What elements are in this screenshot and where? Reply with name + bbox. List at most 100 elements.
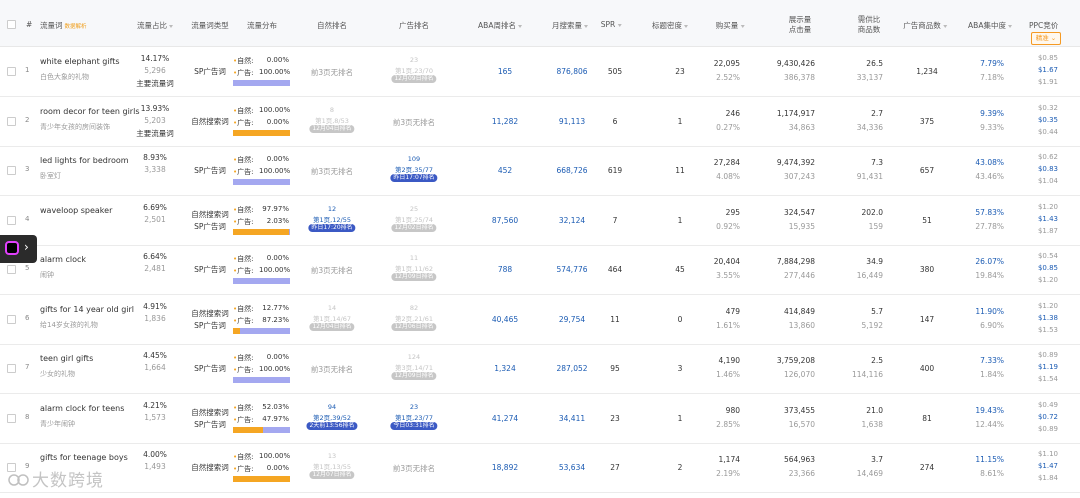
- header-ppc: PPC竞价: [1029, 21, 1059, 30]
- aba-concentration-sub: 27.78%: [975, 221, 1004, 231]
- header-share[interactable]: 流量占比: [137, 20, 173, 31]
- header-ad-products[interactable]: 广告商品数: [903, 20, 947, 31]
- header-title-density[interactable]: 标题密度: [652, 20, 688, 31]
- ppc-high: $1.87: [1037, 226, 1058, 235]
- impressions: 9,430,426: [776, 59, 815, 68]
- dist-organic-value: 0.00%: [266, 254, 289, 262]
- chevron-right-icon: ›: [24, 240, 29, 254]
- org-position: 94: [327, 402, 337, 411]
- ad_rank-page: 第1页,11/62: [395, 265, 433, 273]
- sort-icon[interactable]: [942, 24, 947, 28]
- ppc-high: $1.84: [1037, 474, 1058, 482]
- ppc-low: $1.20: [1037, 301, 1058, 310]
- row-checkbox[interactable]: [7, 215, 16, 225]
- header-flow-type: 流量词类型: [191, 21, 229, 30]
- distribution-bar-ad-fill: [240, 327, 290, 334]
- purchases: 22,095: [713, 59, 740, 68]
- dist-organic: •自然: 0.00%: [233, 155, 289, 165]
- select-all-checkbox[interactable]: [7, 20, 16, 29]
- ppc-suggested: $1.38: [1037, 313, 1058, 322]
- ppc-suggested: $0.85: [1037, 264, 1058, 272]
- ad_rank-page: 第2页,21/61: [395, 314, 433, 323]
- keyword-link[interactable]: waveloop speaker: [40, 206, 112, 215]
- row-checkbox[interactable]: [7, 67, 16, 76]
- flow-type-cell: 自然搜索词 SP广告词: [191, 308, 229, 332]
- purchase-rate: 2.19%: [716, 469, 740, 478]
- header-purchases[interactable]: 购买量: [716, 20, 745, 31]
- dist-organic-value: 0.00%: [266, 56, 289, 64]
- keyword-note[interactable]: 数据解析: [65, 24, 87, 30]
- header-aba-concentration[interactable]: ABA集中度: [968, 20, 1012, 31]
- extension-tab[interactable]: ›: [0, 235, 37, 263]
- product-count: 34,336: [856, 122, 883, 132]
- flow-type-cell: SP广告词: [194, 363, 226, 375]
- keyword-link[interactable]: gifts for teenage boys: [40, 453, 128, 462]
- flow-type-label: 自然搜索词: [191, 407, 229, 417]
- aba-rank: 165: [497, 67, 513, 76]
- keyword-link[interactable]: alarm clock: [40, 255, 86, 264]
- purchases: 1,174: [718, 455, 740, 464]
- flow-type-label: 自然搜索词: [191, 463, 229, 472]
- clicks: 307,243: [783, 172, 815, 181]
- sort-icon[interactable]: [169, 24, 173, 28]
- share-percent: 6.69%: [143, 202, 167, 212]
- row-checkbox[interactable]: [7, 265, 16, 274]
- header-aba-rank[interactable]: ABA周排名: [478, 20, 522, 31]
- ppc-match-mode-dropdown[interactable]: 精准 ⌄: [1031, 32, 1061, 45]
- ad_rank-time-badge: 昨日17:07排名: [390, 174, 438, 182]
- plugin-logo-icon: [5, 241, 19, 255]
- org-position: 13: [327, 452, 337, 460]
- flow-type-label: SP广告词: [194, 166, 226, 175]
- header-keyword[interactable]: 流量词 数据解析: [40, 20, 87, 31]
- header-index: #: [26, 20, 33, 29]
- distribution-bar-ad-fill: [233, 80, 290, 86]
- dist-ad: •广告: 100.00%: [233, 167, 290, 177]
- row-checkbox[interactable]: [7, 314, 16, 324]
- sort-icon[interactable]: [740, 24, 745, 28]
- keyword-link[interactable]: alarm clock for teens: [40, 404, 124, 413]
- flow-type-cell: SP广告词: [194, 165, 226, 177]
- monthly-search: 91,113: [558, 116, 586, 126]
- sort-icon[interactable]: [584, 24, 588, 28]
- keyword-link[interactable]: gifts for 14 year old girl: [40, 305, 134, 314]
- keyword-link[interactable]: teen girl gifts: [40, 354, 93, 363]
- share-count: 3,338: [144, 165, 166, 174]
- dist-ad-label: 广告:: [237, 366, 254, 374]
- dist-organic-value: 100.00%: [259, 452, 291, 460]
- header-spr[interactable]: SPR: [601, 20, 622, 29]
- purchase-rate: 0.27%: [716, 122, 740, 132]
- sort-icon[interactable]: [517, 24, 522, 28]
- row-checkbox[interactable]: [7, 413, 16, 423]
- sort-icon[interactable]: [617, 23, 622, 27]
- row-checkbox[interactable]: [7, 116, 16, 126]
- ad_rank-page: 第1页,23/77: [395, 413, 433, 422]
- impressions: 1,174,917: [776, 108, 815, 118]
- clicks: 126,070: [783, 370, 815, 379]
- header-monthly-search[interactable]: 月搜索量: [552, 20, 588, 31]
- header-supply-ratio[interactable]: 需供比 商品数: [858, 15, 881, 35]
- row-checkbox[interactable]: [7, 166, 16, 175]
- sort-icon[interactable]: [1007, 24, 1012, 28]
- title-density: 1: [677, 116, 683, 126]
- dist-organic-value: 97.97%: [262, 204, 289, 213]
- monthly-search: 29,754: [558, 314, 586, 324]
- aba-rank: 1,324: [494, 364, 516, 373]
- aba-concentration-sub: 19.84%: [975, 271, 1004, 280]
- sort-icon[interactable]: [684, 24, 688, 28]
- row-checkbox[interactable]: [7, 364, 16, 373]
- keyword-link[interactable]: white elephant gifts: [40, 57, 120, 66]
- dist-ad-label: 广告:: [237, 267, 254, 275]
- flow-type-cell: SP广告词: [194, 264, 226, 276]
- ad_rank-time-badge: 12月09日排名: [391, 372, 437, 380]
- keyword-link[interactable]: led lights for bedroom: [40, 156, 129, 165]
- header-impressions[interactable]: 展示量 点击量: [789, 15, 812, 35]
- aba-concentration: 11.90%: [975, 306, 1004, 316]
- product-count: 91,431: [856, 172, 883, 181]
- org-time-badge: 12月04日排名: [309, 322, 355, 331]
- watermark-icon: [8, 474, 29, 486]
- table-header: # 流量词 数据解析 流量占比 流量词类型 流量分布 自然排名 广告排名 ABA周…: [0, 0, 1080, 47]
- clicks: 13,860: [788, 320, 815, 330]
- supply-demand-ratio: 2.7: [871, 108, 883, 118]
- keyword-link[interactable]: room decor for teen girls: [40, 107, 139, 116]
- ppc-suggested: $0.72: [1037, 412, 1058, 421]
